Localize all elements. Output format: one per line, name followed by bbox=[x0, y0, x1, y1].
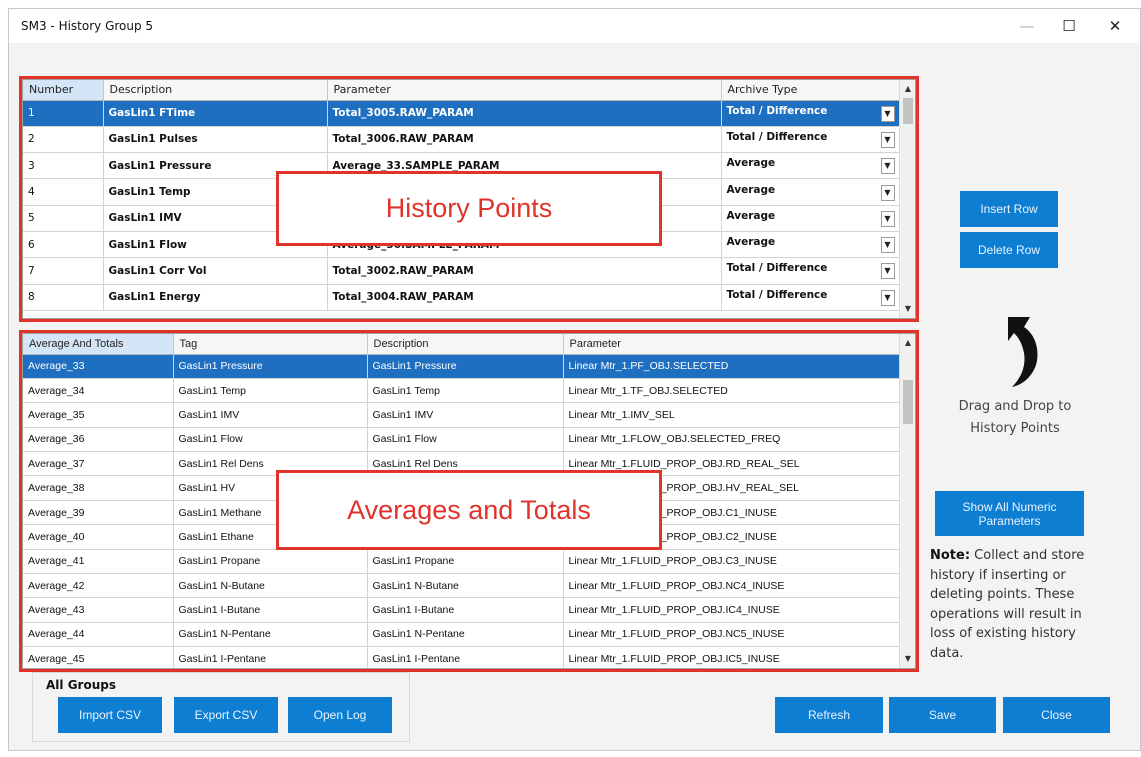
open-log-button[interactable]: Open Log bbox=[288, 697, 392, 733]
note-label: Note: bbox=[930, 548, 971, 563]
minimize-button[interactable]: — bbox=[1013, 15, 1041, 37]
close-window-button[interactable]: ✕ bbox=[1101, 15, 1129, 37]
export-csv-button[interactable]: Export CSV bbox=[174, 697, 278, 733]
drag-drop-hint: Drag and Drop to History Points bbox=[935, 396, 1095, 440]
save-button[interactable]: Save bbox=[889, 697, 996, 733]
all-groups-label: All Groups bbox=[46, 678, 116, 692]
show-all-numeric-parameters-button[interactable]: Show All Numeric Parameters bbox=[935, 491, 1084, 536]
refresh-button[interactable]: Refresh bbox=[775, 697, 883, 733]
note-text: Note: Collect and store history if inser… bbox=[930, 546, 1105, 663]
title-bar: SM3 - History Group 5 — ☐ ✕ bbox=[9, 9, 1140, 43]
import-csv-button[interactable]: Import CSV bbox=[58, 697, 162, 733]
window-title: SM3 - History Group 5 bbox=[21, 19, 154, 33]
maximize-button[interactable]: ☐ bbox=[1055, 15, 1083, 37]
curved-arrow-icon bbox=[1008, 317, 1038, 387]
drag-drop-hint-line-2: History Points bbox=[970, 421, 1060, 436]
averages-totals-callout: Averages and Totals bbox=[276, 470, 662, 550]
close-button[interactable]: Close bbox=[1003, 697, 1110, 733]
note-body: Collect and store history if inserting o… bbox=[930, 548, 1085, 661]
insert-row-button[interactable]: Insert Row bbox=[960, 191, 1058, 227]
drag-drop-hint-line-1: Drag and Drop to bbox=[958, 399, 1072, 414]
history-points-callout: History Points bbox=[276, 171, 662, 246]
delete-row-button[interactable]: Delete Row bbox=[960, 232, 1058, 268]
